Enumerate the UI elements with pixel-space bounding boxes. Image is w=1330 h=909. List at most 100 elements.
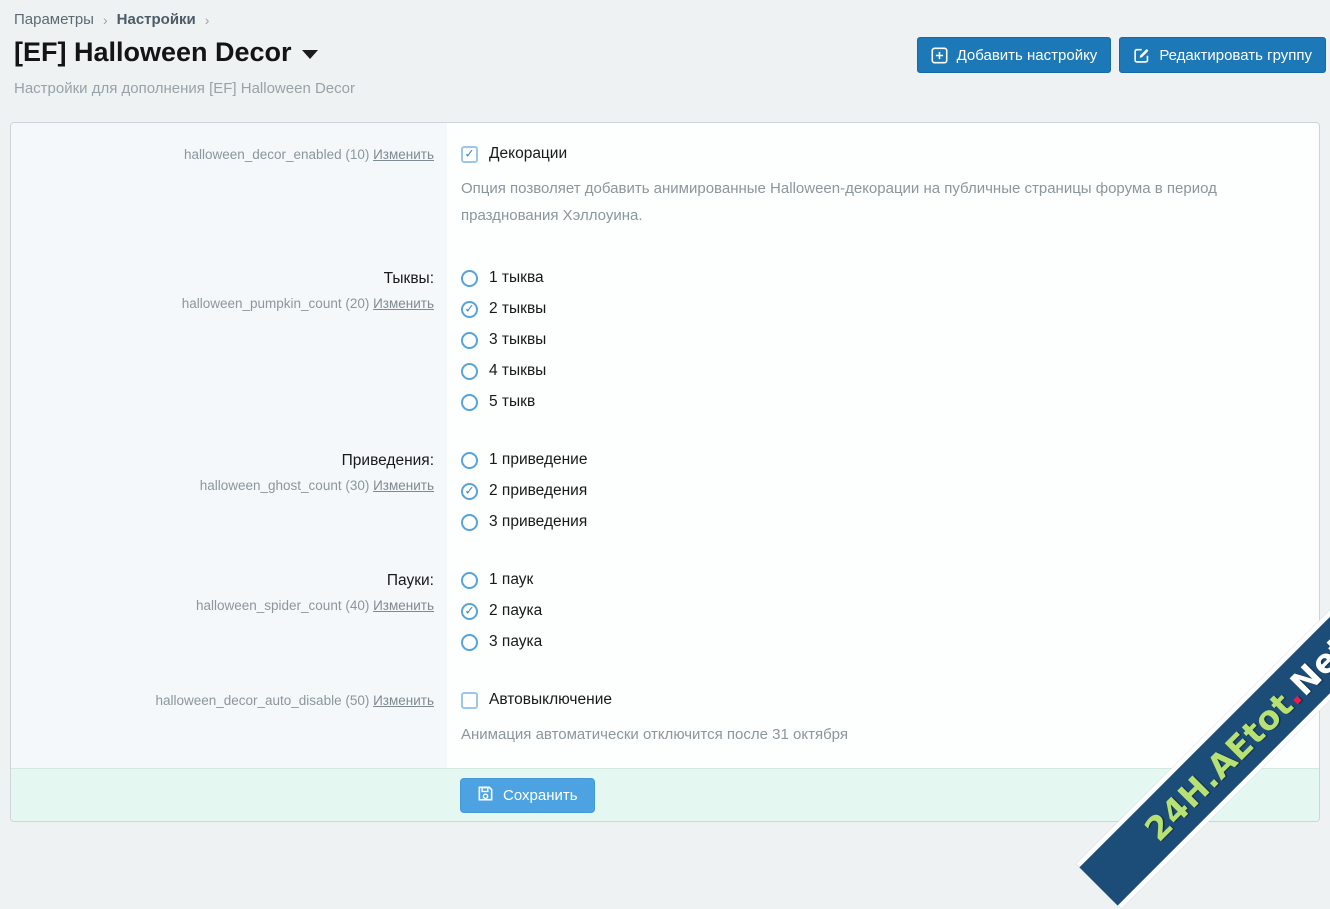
radio-icon: ✓ (461, 270, 478, 287)
check-mark-icon: ✓ (464, 605, 474, 617)
option-control-pumpkin-count: ✓ 1 тыква ✓ 2 тыквы ✓3 тыквы ✓ 4 тыквы ✓ 5 тыкв (447, 269, 1319, 411)
radio-option-pumpkin-count-3[interactable]: ✓ 4 тыквы (461, 362, 1279, 380)
edit-option-link[interactable]: Изменить (373, 296, 434, 311)
option-title: Пауки: (11, 572, 434, 590)
radio-option-spider-count-0[interactable]: ✓ 1 паук (461, 571, 1279, 589)
control-reference: halloween_ghost_count (30) Изменить (11, 477, 434, 496)
radio-label: 2 приведения (489, 482, 587, 500)
radio-label: 1 паук (489, 571, 533, 589)
radio-icon: ✓ (461, 394, 478, 411)
page-title-text: [EF] Halloween Decor (14, 37, 292, 68)
options-panel: halloween_decor_enabled (10) Изменить ✓ Де… (10, 122, 1320, 822)
edit-option-link[interactable]: Изменить (373, 478, 434, 493)
radio-label: 4 тыквы (489, 362, 546, 380)
option-title: Тыквы: (11, 270, 434, 288)
radio-icon: ✓ (461, 452, 478, 469)
radio-option-spider-count-1[interactable]: ✓ 2 паука (461, 602, 1279, 620)
radio-option-ghost-count-2[interactable]: ✓ 3 приведения (461, 513, 1279, 531)
option-meta-ghost-count: Приведения: halloween_ghost_count (30) Из… (11, 451, 447, 531)
control-name: halloween_pumpkin_count (20) (182, 296, 373, 311)
option-description: Анимация автоматически отключится после … (461, 721, 1279, 748)
radio-icon: ✓ (461, 634, 478, 651)
radio-icon: ✓ (461, 363, 478, 380)
option-control-ghost-count: ✓1 приведение✓2 приведения✓3 приведения (447, 451, 1319, 531)
radio-option-pumpkin-count-0[interactable]: ✓ 1 тыква (461, 269, 1279, 287)
option-meta-decor-auto-disable: halloween_decor_auto_disable (50) Измени… (11, 691, 447, 748)
edit-option-link[interactable]: Изменить (373, 147, 434, 162)
option-control-decor-enabled: ✓ Декорации Опция позволяет добавить аними… (447, 145, 1319, 229)
radio-option-pumpkin-count-2[interactable]: ✓3 тыквы (461, 331, 1279, 349)
chevron-down-icon (302, 50, 318, 59)
edit-option-link[interactable]: Изменить (373, 598, 434, 613)
radio-label: 3 тыквы (489, 331, 546, 349)
plus-square-icon (931, 47, 948, 64)
control-name: halloween_decor_enabled (10) (184, 147, 373, 162)
radio-group-pumpkin-count: ✓ 1 тыква ✓ 2 тыквы ✓3 тыквы ✓ 4 тыквы ✓ 5 тыкв (461, 269, 1279, 411)
option-row-ghost-count: Приведения: halloween_ghost_count (30) Из… (11, 451, 1319, 531)
radio-label: 2 паука (489, 602, 542, 620)
option-control-decor-auto-disable: ✓ Автовыключение Анимация автоматически от… (447, 691, 1319, 748)
edit-group-button[interactable]: Редактировать группу (1119, 37, 1326, 73)
control-reference: halloween_spider_count (40) Изменить (11, 597, 434, 616)
control-name: halloween_ghost_count (30) (200, 478, 373, 493)
page-subtitle: Настройки для дополнения [EF] Halloween … (14, 80, 1326, 97)
save-button[interactable]: Сохранить (460, 778, 595, 813)
checkbox-label: Автовыключение (489, 691, 612, 709)
radio-label: 1 тыква (489, 269, 544, 287)
radio-label: 2 тыквы (489, 300, 546, 318)
radio-option-pumpkin-count-1[interactable]: ✓ 2 тыквы (461, 300, 1279, 318)
page-title[interactable]: [EF] Halloween Decor (14, 37, 318, 68)
title-row: [EF] Halloween Decor Добавить настройку … (14, 37, 1326, 73)
breadcrumb-item-1[interactable]: Настройки (117, 11, 196, 28)
option-meta-decor-enabled: halloween_decor_enabled (10) Изменить (11, 145, 447, 229)
option-description: Опция позволяет добавить анимированные H… (461, 175, 1279, 229)
radio-icon: ✓ (461, 483, 478, 500)
option-meta-pumpkin-count: Тыквы: halloween_pumpkin_count (20) Измен… (11, 269, 447, 411)
radio-option-ghost-count-0[interactable]: ✓1 приведение (461, 451, 1279, 469)
option-row-decor-enabled: halloween_decor_enabled (10) Изменить ✓ Де… (11, 145, 1319, 229)
checkbox-icon: ✓ (461, 146, 478, 163)
radio-label: 3 паука (489, 633, 542, 651)
check-mark-icon: ✓ (464, 485, 474, 497)
radio-option-ghost-count-1[interactable]: ✓ 2 приведения (461, 482, 1279, 500)
radio-icon: ✓ (461, 572, 478, 589)
option-row-pumpkin-count: Тыквы: halloween_pumpkin_count (20) Измен… (11, 269, 1319, 411)
breadcrumb-separator: › (205, 12, 210, 28)
radio-label: 5 тыкв (489, 393, 535, 411)
option-title: Приведения: (11, 452, 434, 470)
control-reference: halloween_pumpkin_count (20) Изменить (11, 295, 434, 314)
control-reference: halloween_decor_enabled (10) Изменить (11, 146, 434, 165)
page-header: Параметры›Настройки› [EF] Halloween Deco… (0, 0, 1330, 97)
radio-option-spider-count-2[interactable]: ✓ 3 паука (461, 633, 1279, 651)
save-floppy-icon (477, 785, 494, 806)
radio-label: 3 приведения (489, 513, 587, 531)
radio-icon: ✓ (461, 603, 478, 620)
checkbox-label: Декорации (489, 145, 567, 163)
add-option-button[interactable]: Добавить настройку (917, 37, 1112, 73)
control-reference: halloween_decor_auto_disable (50) Измени… (11, 692, 434, 711)
radio-group-ghost-count: ✓1 приведение✓2 приведения✓3 приведения (461, 451, 1279, 531)
option-meta-spider-count: Пауки: halloween_spider_count (40) Измени… (11, 571, 447, 651)
breadcrumb: Параметры›Настройки› (14, 11, 1326, 28)
option-control-spider-count: ✓ 1 паук ✓ 2 паука ✓ 3 паука (447, 571, 1319, 651)
edit-group-label: Редактировать группу (1159, 47, 1312, 64)
edit-option-link[interactable]: Изменить (373, 693, 434, 708)
radio-icon: ✓ (461, 514, 478, 531)
checkbox-icon: ✓ (461, 692, 478, 709)
add-option-label: Добавить настройку (957, 47, 1098, 64)
radio-icon: ✓ (461, 301, 478, 318)
header-buttons: Добавить настройку Редактировать группу (917, 37, 1326, 73)
option-row-spider-count: Пауки: halloween_spider_count (40) Измени… (11, 571, 1319, 651)
check-mark-icon: ✓ (464, 303, 474, 315)
breadcrumb-item-0[interactable]: Параметры (14, 11, 94, 28)
options-list: halloween_decor_enabled (10) Изменить ✓ Де… (11, 123, 1319, 768)
control-name: halloween_decor_auto_disable (50) (155, 693, 373, 708)
save-button-label: Сохранить (503, 787, 578, 804)
edit-pencil-icon (1133, 47, 1150, 64)
checkbox-decor-enabled[interactable]: ✓ Декорации (461, 145, 1279, 163)
radio-option-pumpkin-count-4[interactable]: ✓ 5 тыкв (461, 393, 1279, 411)
control-name: halloween_spider_count (40) (196, 598, 373, 613)
panel-footer: Сохранить (11, 768, 1319, 821)
check-mark-icon: ✓ (464, 148, 474, 160)
checkbox-decor-auto-disable[interactable]: ✓ Автовыключение (461, 691, 1279, 709)
